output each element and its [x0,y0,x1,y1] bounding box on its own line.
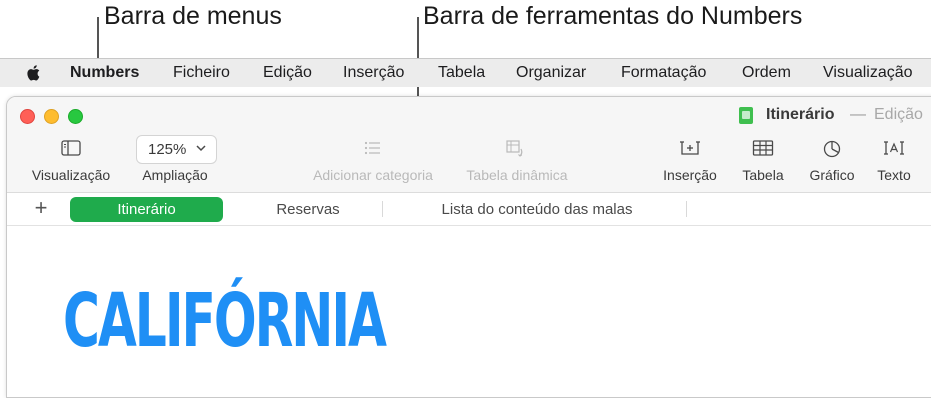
title-separator: — [850,106,866,123]
chart-label: Gráfico [809,167,855,183]
menu-insercao[interactable]: Inserção [343,59,404,87]
close-button[interactable] [20,109,35,124]
menu-ordem[interactable]: Ordem [742,59,791,87]
tab-reservas[interactable]: Reservas [233,197,383,222]
text-button[interactable]: Texto [869,139,919,187]
zoom-label-wrap: Ampliação [125,139,225,187]
pie-chart-icon [823,140,841,158]
document-title[interactable]: Itinerário [766,106,834,124]
insert-label: Inserção [663,167,717,183]
menu-formatacao[interactable]: Formatação [621,59,706,87]
pivot-table-button[interactable]: Tabela dinâmica [457,139,577,187]
tab-itinerario[interactable]: Itinerário [70,197,223,222]
menu-bar: Numbers Ficheiro Edição Inserção Tabela … [0,58,931,87]
pivot-table-label: Tabela dinâmica [466,167,568,183]
chart-button[interactable]: Gráfico [801,139,863,187]
tab-divider [686,201,687,217]
pivot-table-icon [506,140,523,157]
menu-edicao[interactable]: Edição [263,59,312,87]
table-icon [752,140,774,156]
add-sheet-button[interactable]: + [31,196,51,220]
tab-divider [382,201,383,217]
sheet-title[interactable]: CALIFÓRNIA [63,278,387,364]
menu-visualizacao[interactable]: Visualização [823,59,913,87]
zoom-label: Ampliação [142,167,208,183]
menu-tabela[interactable]: Tabela [438,59,485,87]
callout-toolbar: Barra de ferramentas do Numbers [423,2,803,30]
apple-icon[interactable] [24,63,44,83]
fullscreen-button[interactable] [68,109,83,124]
menu-organizar[interactable]: Organizar [516,59,586,87]
callout-line-menu-bar [97,17,99,58]
view-button[interactable]: Visualização [21,139,121,187]
add-category-button[interactable]: Adicionar categoria [301,139,445,187]
numbers-window: Itinerário — Edição Visualização 125% Am… [6,96,931,398]
edited-status: Edição [874,106,923,123]
sheet-tabs-bar: + Itinerário Reservas Lista do conteúdo … [7,193,931,226]
menu-numbers[interactable]: Numbers [70,59,139,87]
text-label: Texto [877,167,911,183]
table-button[interactable]: Tabela [735,139,791,187]
toolbar: Itinerário — Edição Visualização 125% Am… [7,97,931,193]
add-category-label: Adicionar categoria [313,167,433,183]
text-box-icon [884,141,904,155]
tab-lista-malas[interactable]: Lista do conteúdo das malas [387,197,687,222]
numbers-document-icon [739,107,753,124]
insert-button[interactable]: Inserção [657,139,723,187]
list-icon [364,141,380,155]
insert-icon [680,141,700,155]
minimize-button[interactable] [44,109,59,124]
table-label: Tabela [742,167,784,183]
callout-menu-bar: Barra de menus [104,2,282,30]
sheet-canvas[interactable]: CALIFÓRNIA [7,226,931,397]
menu-ficheiro[interactable]: Ficheiro [173,59,230,87]
sidebar-icon [61,140,81,156]
view-label: Visualização [31,167,111,183]
